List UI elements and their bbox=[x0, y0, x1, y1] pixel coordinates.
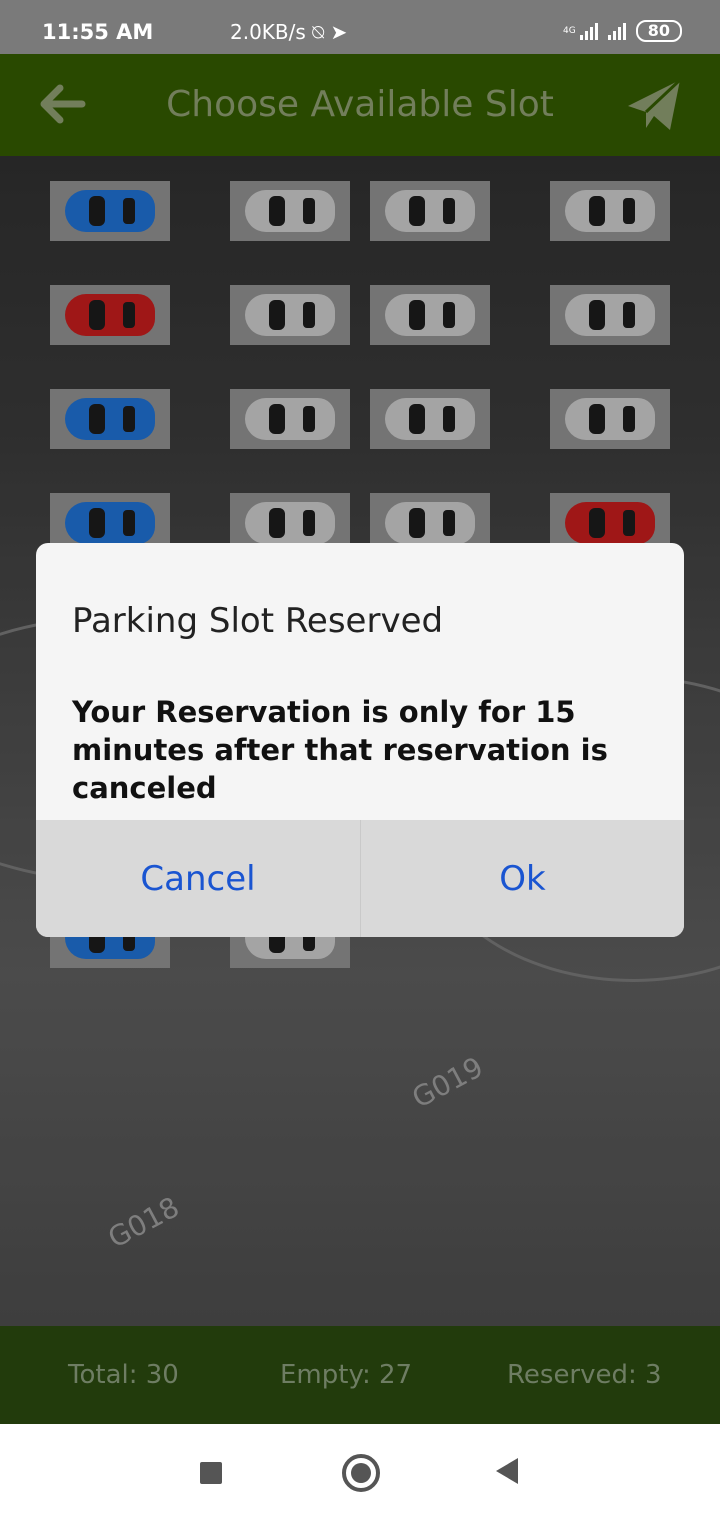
status-bar: 11:55 AM 2.0KB/s ⍉ ➤ 4G 80 bbox=[0, 0, 720, 54]
reservation-dialog: Parking Slot Reserved Your Reservation i… bbox=[36, 543, 684, 937]
battery-icon: 80 bbox=[635, 20, 682, 42]
recents-icon[interactable] bbox=[200, 1462, 222, 1484]
stats-footer: Total: 30 Empty: 27 Reserved: 3 bbox=[0, 1326, 720, 1424]
signal-icon-2 bbox=[607, 22, 626, 40]
back-icon[interactable] bbox=[496, 1458, 518, 1484]
dialog-title: Parking Slot Reserved bbox=[72, 601, 444, 641]
navigation-bar bbox=[0, 1424, 720, 1520]
signal-icon bbox=[579, 22, 598, 40]
total-count: Total: 30 bbox=[68, 1360, 179, 1390]
empty-count: Empty: 27 bbox=[280, 1360, 413, 1390]
cancel-button[interactable]: Cancel bbox=[36, 820, 360, 937]
telegram-icon: ➤ bbox=[330, 20, 348, 44]
network-speed: 2.0KB/s bbox=[230, 20, 306, 44]
home-icon[interactable] bbox=[342, 1454, 380, 1492]
status-time: 11:55 AM bbox=[42, 20, 154, 44]
reserved-count: Reserved: 3 bbox=[507, 1360, 662, 1390]
notification-off-icon: ⍉ bbox=[312, 20, 325, 44]
ok-button[interactable]: Ok bbox=[361, 820, 684, 937]
dialog-buttons: Cancel Ok bbox=[36, 820, 684, 937]
dialog-message: Your Reservation is only for 15 minutes … bbox=[72, 695, 608, 805]
network-type: 4G bbox=[563, 25, 576, 36]
